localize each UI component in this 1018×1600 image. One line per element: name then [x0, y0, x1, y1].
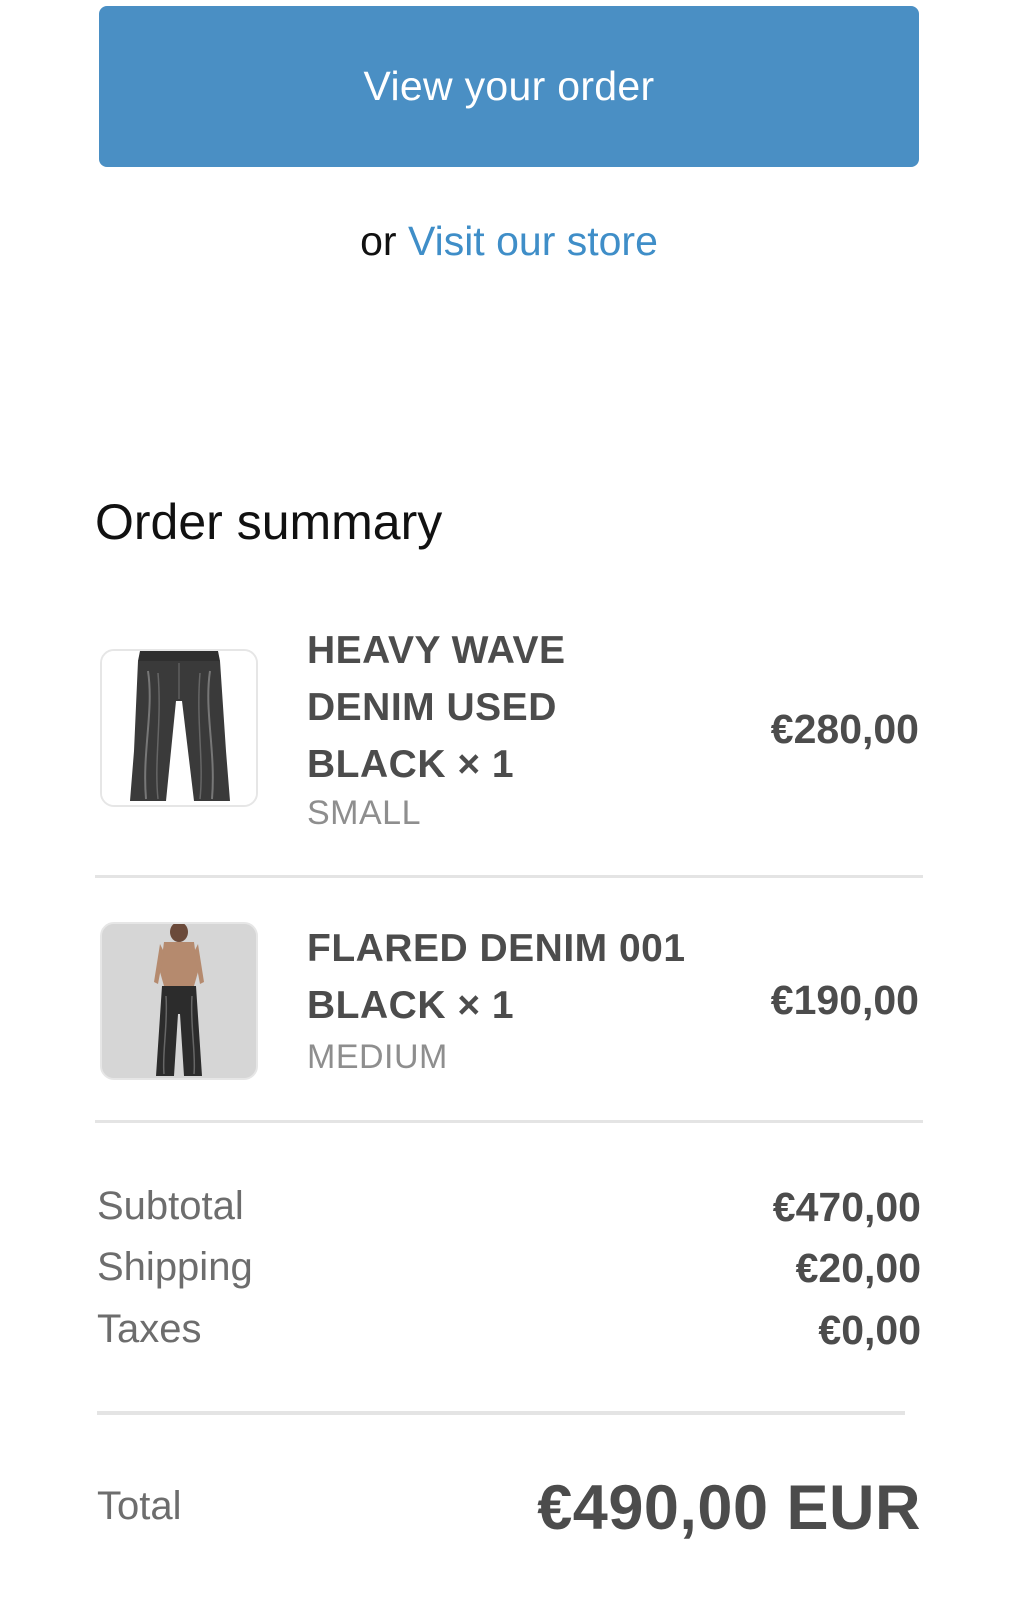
product-thumbnail [100, 649, 258, 807]
taxes-row: Taxes €0,00 [97, 1307, 921, 1357]
product-price: €190,00 [770, 977, 919, 1023]
or-text: or [360, 218, 397, 264]
view-order-label: View your order [363, 63, 655, 109]
shipping-row: Shipping €20,00 [97, 1245, 921, 1295]
product-title-line: DENIM USED [307, 686, 557, 729]
product-title-line: HEAVY WAVE [307, 629, 566, 672]
subtotal-value: €470,00 [772, 1184, 921, 1230]
divider [97, 1411, 905, 1415]
shipping-label: Shipping [97, 1245, 253, 1289]
product-price: €280,00 [770, 706, 919, 752]
black-jeans-image [102, 651, 256, 805]
subtotal-row: Subtotal €470,00 [97, 1184, 921, 1234]
shipping-value: €20,00 [795, 1245, 921, 1291]
visit-store-link[interactable]: Visit our store [408, 218, 658, 264]
product-title-line: BLACK × 1 [307, 743, 515, 786]
model-flared-jeans-image [102, 924, 256, 1078]
visit-store-line: or Visit our store [0, 218, 1018, 265]
divider [95, 875, 923, 878]
taxes-label: Taxes [97, 1307, 202, 1351]
subtotal-label: Subtotal [97, 1184, 244, 1228]
product-thumbnail [100, 922, 258, 1080]
order-summary-title: Order summary [95, 494, 443, 550]
total-label: Total [97, 1484, 182, 1528]
product-variant: SMALL [307, 794, 421, 832]
taxes-value: €0,00 [818, 1307, 921, 1353]
total-value: €490,00 EUR [537, 1473, 921, 1543]
product-title-line: FLARED DENIM 001 [307, 927, 686, 970]
divider [95, 1120, 923, 1123]
product-title-line: BLACK × 1 [307, 984, 515, 1027]
product-title: HEAVY WAVE DENIM USED BLACK × 1 [307, 622, 566, 793]
order-line-item: HEAVY WAVE DENIM USED BLACK × 1 SMALL €2… [95, 622, 923, 842]
order-line-item: FLARED DENIM 001 BLACK × 1 MEDIUM €190,0… [95, 922, 923, 1092]
product-title: FLARED DENIM 001 BLACK × 1 [307, 920, 686, 1034]
view-order-button[interactable]: View your order [99, 6, 919, 167]
product-variant: MEDIUM [307, 1038, 448, 1076]
